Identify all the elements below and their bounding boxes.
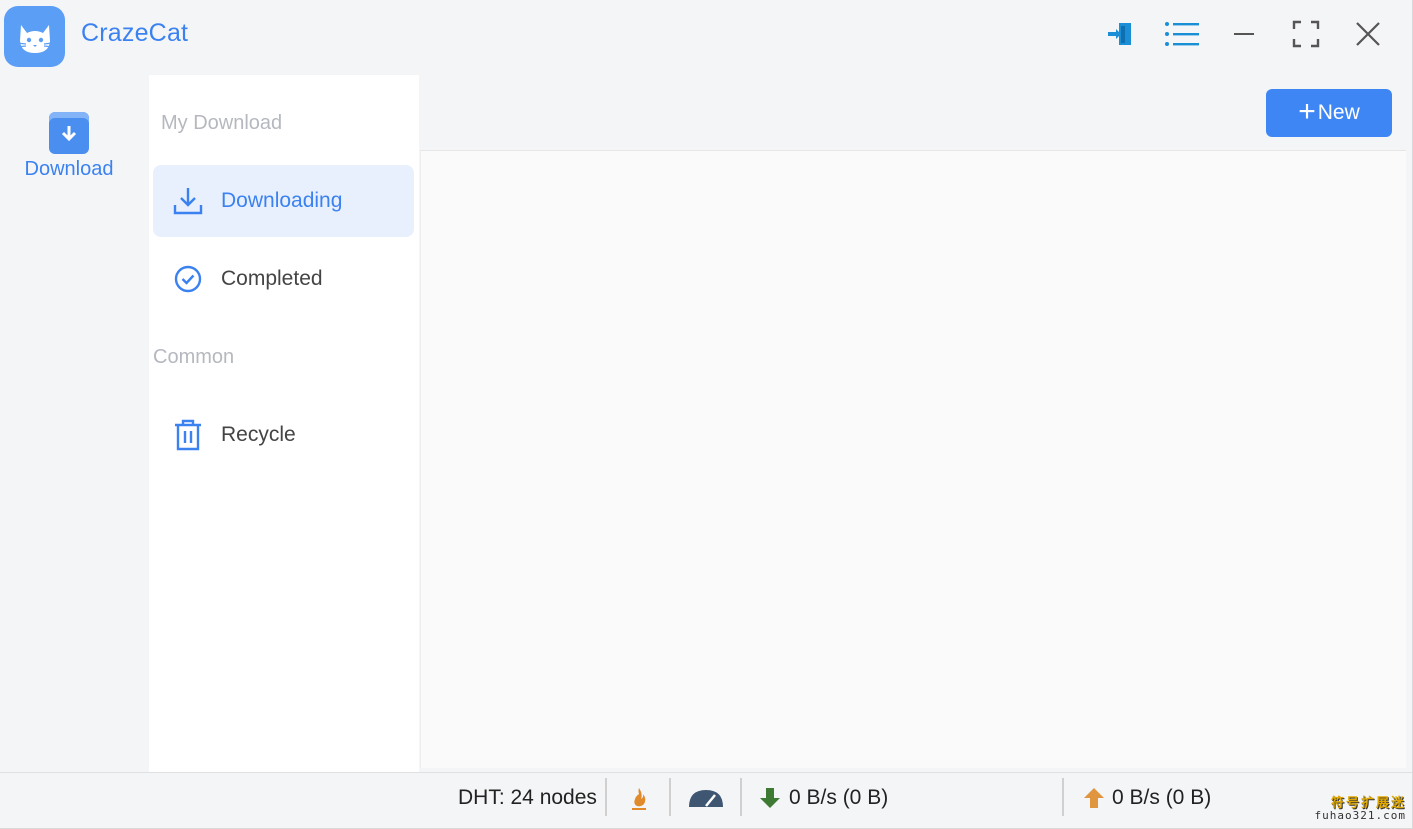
- nav-item-label: Completed: [221, 267, 323, 290]
- rail-item-download[interactable]: Download: [14, 112, 124, 181]
- upload-speed: 0 B/s (0 B): [1112, 786, 1212, 809]
- minimize-icon: [1234, 33, 1254, 35]
- trash-icon: [171, 418, 205, 452]
- status-divider: [605, 778, 607, 816]
- rail-item-label: Download: [24, 158, 114, 180]
- close-button[interactable]: [1348, 14, 1388, 54]
- new-button[interactable]: + New: [1266, 89, 1392, 137]
- download-list-area: [420, 150, 1406, 768]
- upload-arrow-icon: [1082, 783, 1106, 813]
- download-arrow-icon: [758, 783, 782, 813]
- download-box-icon: [49, 112, 89, 154]
- menu-icon: [1165, 22, 1199, 46]
- nav-item-completed[interactable]: Completed: [153, 243, 414, 315]
- nav-item-label: Downloading: [221, 189, 343, 212]
- status-divider: [669, 778, 671, 816]
- maximize-button[interactable]: [1286, 14, 1326, 54]
- new-button-label: New: [1317, 101, 1360, 124]
- watermark-line1: 符号扩展迷: [1330, 795, 1406, 811]
- speed-gauge-icon[interactable]: [686, 783, 726, 813]
- download-tray-icon: [171, 184, 205, 218]
- flame-icon[interactable]: [626, 783, 652, 813]
- dht-status: DHT: 24 nodes: [458, 786, 597, 809]
- status-bar: DHT: 24 nodes 0 B/s (0 B) 0 B/s (0 B): [0, 772, 1412, 822]
- section-title-my-download: My Download: [161, 112, 283, 134]
- app-logo: [4, 6, 65, 67]
- status-divider: [740, 778, 742, 816]
- watermark-line2: fuhao321.com: [1314, 809, 1406, 823]
- nav-item-downloading[interactable]: Downloading: [153, 165, 414, 237]
- maximize-icon: [1292, 20, 1320, 48]
- plus-icon: +: [1298, 94, 1316, 128]
- login-icon: [1108, 23, 1131, 45]
- nav-item-label: Recycle: [221, 423, 296, 446]
- app-title: CrazeCat: [81, 19, 189, 47]
- login-button[interactable]: [1100, 14, 1140, 54]
- menu-button[interactable]: [1162, 14, 1202, 54]
- status-divider: [1062, 778, 1064, 816]
- download-speed: 0 B/s (0 B): [789, 786, 889, 809]
- section-title-common: Common: [153, 346, 235, 368]
- cat-face-icon: [16, 24, 53, 53]
- nav-panel: My Download Downloading Completed Common: [149, 75, 419, 772]
- window-controls: [1078, 14, 1388, 54]
- check-circle-icon: [171, 262, 205, 296]
- nav-item-recycle[interactable]: Recycle: [153, 399, 414, 471]
- close-icon: [1356, 22, 1380, 46]
- toolbar: + New: [419, 75, 1406, 150]
- app-window: CrazeCat Download My Download Downloadin…: [0, 0, 1413, 829]
- watermark: 符号扩展迷 fuhao321.com: [1315, 797, 1406, 822]
- minimize-button[interactable]: [1224, 14, 1264, 54]
